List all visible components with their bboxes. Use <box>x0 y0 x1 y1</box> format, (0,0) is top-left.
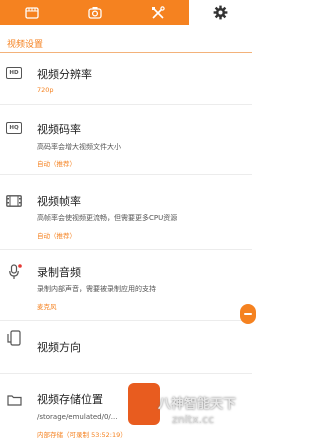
storage-value: 内部存储（可录制 53:52:19） <box>37 431 127 438</box>
bitrate-title: 视频码率 <box>37 123 81 136</box>
bitrate-value: 自动（推荐） <box>37 160 76 168</box>
divider <box>0 174 252 175</box>
watermark-logo <box>128 383 160 425</box>
microphone-icon <box>9 264 22 279</box>
tab-video[interactable] <box>0 0 63 25</box>
section-title: 视频设置 <box>7 40 44 50</box>
audio-desc: 录制内部声音，需要被录制应用的支持 <box>37 285 156 293</box>
watermark-text: 八神智能天下 <box>158 397 237 412</box>
floating-handle[interactable] <box>240 304 256 324</box>
storage-title: 视频存储位置 <box>37 393 103 406</box>
tools-icon <box>151 5 165 19</box>
video-icon <box>24 6 39 19</box>
divider <box>0 104 252 105</box>
hq-icon: HQ <box>6 122 22 134</box>
camera-icon <box>87 7 102 19</box>
audio-title: 录制音频 <box>37 266 81 279</box>
top-tab-bar <box>0 0 252 25</box>
resolution-title: 视频分辨率 <box>37 68 92 81</box>
framerate-desc: 高帧率会使视频更流畅，但需要更多CPU资源 <box>37 214 178 222</box>
audio-value: 麦克风 <box>37 303 57 311</box>
hd-icon: HD <box>6 67 22 79</box>
tab-camera[interactable] <box>63 0 126 25</box>
tab-settings[interactable] <box>189 0 252 25</box>
section-divider <box>0 52 252 53</box>
film-icon <box>6 195 22 207</box>
tab-tools[interactable] <box>126 0 189 25</box>
phone-rotate-icon <box>7 330 21 346</box>
resolution-value: 720p <box>37 86 54 94</box>
watermark-subtext: znltx.cc <box>172 413 215 426</box>
divider <box>0 320 252 321</box>
orientation-title: 视频方向 <box>37 341 81 354</box>
bitrate-desc: 高码率会增大视频文件大小 <box>37 143 121 151</box>
settings-gear-icon <box>213 5 228 20</box>
folder-icon <box>7 395 22 406</box>
watermark: 八神智能天下 znltx.cc <box>128 383 252 438</box>
divider <box>0 249 252 250</box>
framerate-title: 视频帧率 <box>37 195 81 208</box>
divider <box>0 373 252 374</box>
storage-path: /storage/emulated/0/... <box>37 413 118 421</box>
framerate-value: 自动（推荐） <box>37 232 76 240</box>
